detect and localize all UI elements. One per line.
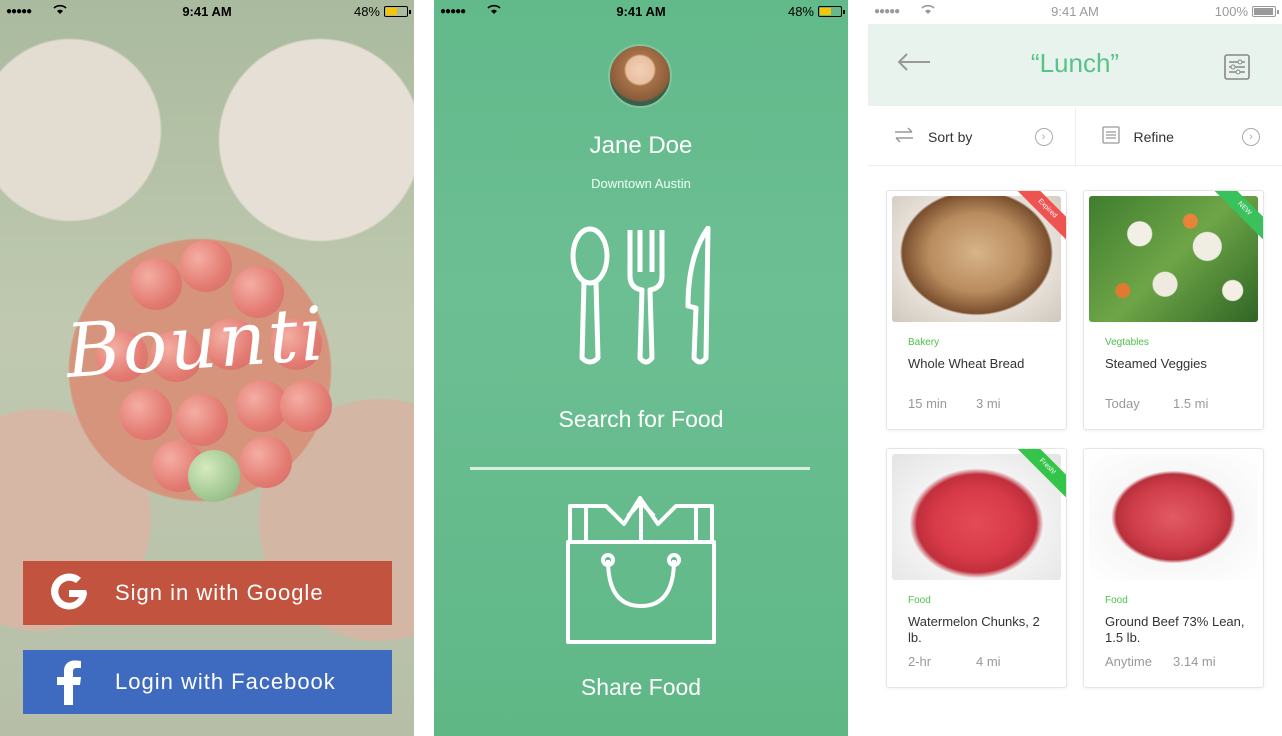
avatar[interactable] (608, 44, 672, 108)
battery-icon (384, 6, 411, 17)
food-image (1089, 454, 1258, 580)
refine-button[interactable]: Refine › (1074, 108, 1282, 165)
facebook-login-label: Login with Facebook (115, 669, 336, 694)
battery-icon (1252, 6, 1279, 17)
food-image (892, 454, 1061, 580)
card-time: 2-hr (908, 654, 932, 669)
section-divider (470, 467, 810, 470)
food-card[interactable]: NEW Vegtables Steamed Veggies Today 1.5 … (1083, 190, 1264, 430)
header-bar: “Lunch” (868, 24, 1282, 106)
card-time: 15 min (908, 396, 948, 411)
share-food-button[interactable]: Share Food (534, 490, 748, 716)
user-name: Jane Doe (589, 132, 693, 159)
sort-button[interactable]: Sort by › (868, 108, 1075, 165)
facebook-icon (23, 659, 115, 705)
sort-refine-bar: Sort by › Refine › (868, 108, 1282, 166)
shopping-bag-icon (566, 496, 716, 644)
card-distance: 4 mi (976, 654, 1001, 669)
card-title: Watermelon Chunks, 2 lb. (908, 614, 1040, 645)
card-title: Steamed Veggies (1105, 356, 1207, 371)
sort-icon (894, 127, 914, 146)
card-distance: 1.5 mi (1173, 396, 1209, 411)
card-category: Food (908, 595, 931, 606)
status-bar: ●●●●● 9:41 AM 100% (868, 0, 1282, 24)
status-bar: ●●●●● 9:41 AM 48% (434, 0, 848, 24)
google-signin-button[interactable]: Sign in with Google (23, 561, 392, 625)
card-title: Whole Wheat Bread (908, 356, 1025, 371)
listing-screen: ●●●●● 9:41 AM 100% “Lunch” Sort by › Ref… (868, 0, 1282, 736)
refine-label: Refine (1133, 128, 1174, 145)
battery-icon (818, 6, 845, 17)
google-signin-label: Sign in with Google (115, 580, 324, 605)
food-image (892, 196, 1061, 322)
chevron-right-icon: › (1034, 128, 1053, 146)
utensils-icon (570, 226, 711, 365)
card-distance: 3.14 mi (1173, 654, 1216, 669)
card-time: Today (1105, 396, 1140, 411)
card-time: Anytime (1105, 654, 1152, 669)
home-screen: ●●●●● 9:41 AM 48% Jane Doe Downtown Aust… (434, 0, 848, 736)
refine-icon (1101, 126, 1120, 147)
battery-percent: 48% (353, 4, 380, 19)
search-food-label: Search for Food (558, 406, 724, 432)
user-location: Downtown Austin (591, 176, 691, 191)
food-card[interactable]: Expired Bakery Whole Wheat Bread 15 min … (886, 190, 1067, 430)
search-food-button[interactable]: Search for Food (534, 220, 748, 440)
login-screen: ●●●●● 9:41 AM 48% Bounti Sign in with Go… (0, 0, 414, 736)
google-icon (23, 570, 115, 616)
chevron-right-icon: › (1242, 128, 1260, 146)
battery-percent: 48% (787, 4, 814, 19)
page-title: “Lunch” (1030, 48, 1120, 78)
sort-label: Sort by (928, 128, 973, 145)
facebook-login-button[interactable]: Login with Facebook (23, 650, 392, 714)
card-title: Ground Beef 73% Lean, 1.5 lb. (1105, 614, 1245, 645)
status-bar: ●●●●● 9:41 AM 48% (0, 0, 414, 24)
card-category: Food (1105, 595, 1128, 606)
status-time: 9:41 AM (182, 4, 232, 19)
food-image (1089, 196, 1258, 322)
filter-icon[interactable] (1224, 54, 1250, 85)
brand-logo: Bounti (63, 291, 329, 395)
share-food-label: Share Food (580, 674, 702, 700)
card-category: Bakery (908, 337, 940, 348)
status-time: 9:41 AM (616, 4, 666, 19)
food-card[interactable]: Fresh! Food Watermelon Chunks, 2 lb. 2-h… (886, 448, 1067, 688)
battery-percent: 100% (1214, 4, 1248, 19)
card-category: Vegtables (1105, 337, 1149, 348)
card-distance: 3 mi (976, 396, 1001, 411)
food-card[interactable]: Food Ground Beef 73% Lean, 1.5 lb. Anyti… (1083, 448, 1264, 688)
